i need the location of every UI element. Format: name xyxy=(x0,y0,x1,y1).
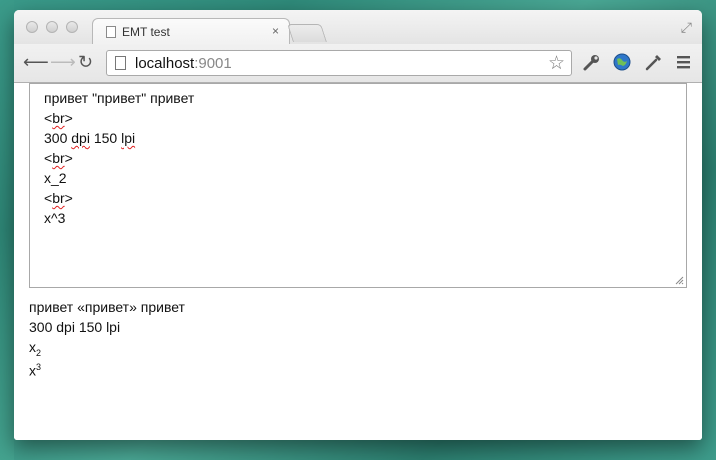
menu-icon[interactable] xyxy=(674,52,694,72)
star-icon[interactable]: ☆ xyxy=(548,52,565,75)
textarea-line: 300 dpi 150 lpi xyxy=(44,130,136,146)
forward-arrow-icon[interactable]: ⟶ xyxy=(50,52,76,72)
browser-window: EMT test × ⤢ ⟵ ⟶ ↻ localhost:9001 ☆ прив… xyxy=(14,10,702,440)
globe-icon[interactable] xyxy=(612,52,632,72)
reload-icon[interactable]: ↻ xyxy=(78,52,93,72)
textarea-line: <br> xyxy=(44,110,73,126)
output-line-quotes: привет «привет» привет xyxy=(29,299,185,315)
close-window-button[interactable] xyxy=(26,21,38,33)
zoom-window-button[interactable] xyxy=(66,21,78,33)
textarea-line: <br> xyxy=(44,190,73,206)
resize-grip-icon[interactable] xyxy=(675,276,684,285)
page-content: привет "привет" привет <br> 300 dpi 150 … xyxy=(14,83,702,440)
tab-title: EMT test xyxy=(122,25,170,39)
url-text: localhost:9001 xyxy=(135,55,232,72)
back-arrow-icon[interactable]: ⟵ xyxy=(23,52,49,72)
address-bar[interactable]: localhost:9001 ☆ xyxy=(106,50,572,76)
textarea-line: <br> xyxy=(44,150,73,166)
title-bar: EMT test × ⤢ xyxy=(14,10,702,45)
output-line-dpi: 300 dpi 150 lpi xyxy=(29,319,121,335)
source-textarea[interactable]: привет "привет" привет <br> 300 dpi 150 … xyxy=(29,83,687,288)
toolbar: ⟵ ⟶ ↻ localhost:9001 ☆ xyxy=(14,44,702,83)
dropper-icon[interactable] xyxy=(643,52,663,72)
desktop-background xyxy=(0,0,14,460)
wrench-icon[interactable] xyxy=(582,52,602,72)
tab-emt-test[interactable]: EMT test × xyxy=(92,18,290,45)
textarea-line: привет "привет" привет xyxy=(44,90,195,106)
tab-close-icon[interactable]: × xyxy=(272,24,279,38)
textarea-line: x^3 xyxy=(44,210,66,226)
minimize-window-button[interactable] xyxy=(46,21,58,33)
page-favicon-icon xyxy=(106,26,116,38)
output-line-superscript: x3 xyxy=(29,362,42,379)
textarea-line: x_2 xyxy=(44,170,67,186)
new-tab-button[interactable] xyxy=(287,24,327,42)
page-icon xyxy=(115,56,126,70)
fullscreen-icon[interactable]: ⤢ xyxy=(681,19,692,36)
